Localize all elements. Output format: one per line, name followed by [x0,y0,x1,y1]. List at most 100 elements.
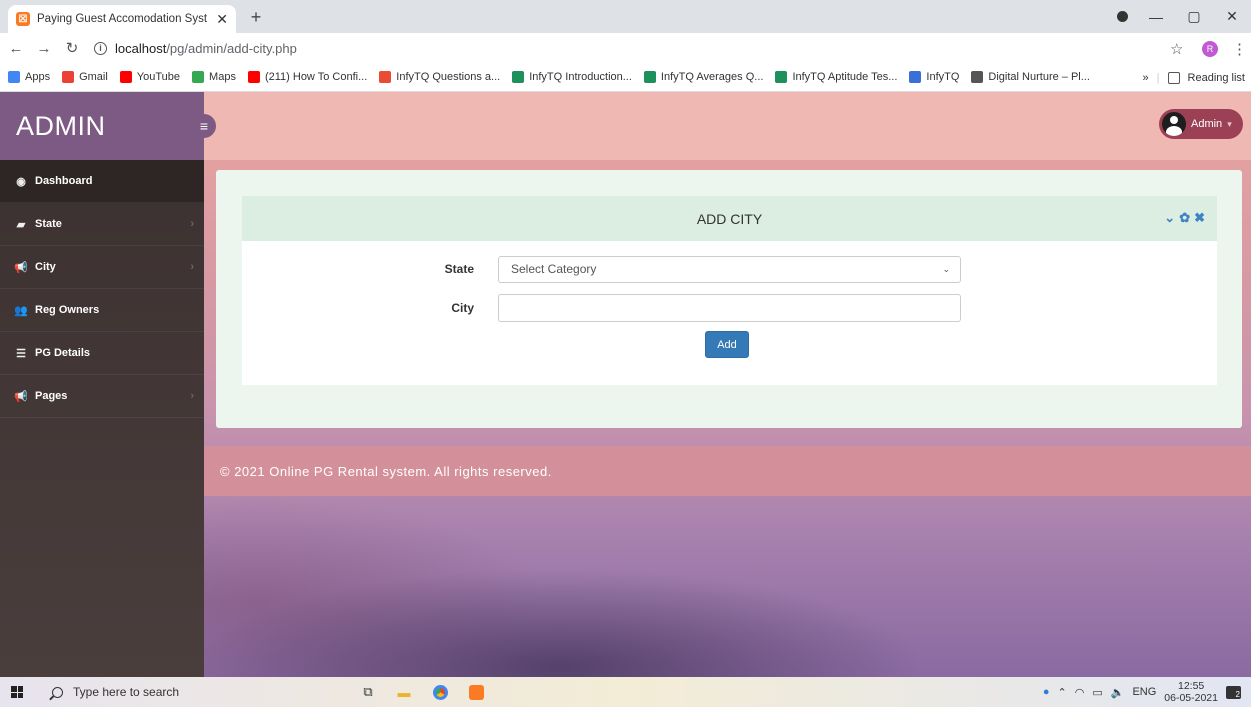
caret-down-icon: ▾ [1227,118,1232,129]
megaphone-icon: 📢 [14,261,28,274]
chevron-up-icon[interactable]: ⌃ [1058,686,1067,699]
bookmark-label: InfyTQ [926,71,960,83]
reading-list-button[interactable]: Reading list [1188,72,1245,84]
taskbar-search-placeholder: Type here to search [73,685,180,699]
brand-title: ADMIN [16,110,106,141]
dashboard-icon: ◉ [16,175,26,188]
bookmark-item[interactable]: (211) How To Confi... [247,71,368,83]
bookmark-item[interactable]: InfyTQ Aptitude Tes... [775,71,897,83]
back-button[interactable]: ← [4,40,28,57]
state-icon: ▰ [16,218,26,231]
state-select[interactable]: Select Category ⌄ [498,255,961,283]
bookmark-item[interactable]: InfyTQ Averages Q... [643,71,764,83]
start-button[interactable] [0,686,34,698]
forward-button[interactable]: → [32,40,56,57]
bookmark-item[interactable]: Maps [192,71,236,83]
user-avatar-icon [1162,112,1186,136]
footer-copyright: © 2021 Online PG Rental system. All righ… [220,463,552,479]
city-input[interactable] [498,294,961,322]
sidebar-item-pages[interactable]: 📢 Pages › [0,375,204,418]
bookmark-item[interactable]: InfyTQ Questions a... [379,71,500,83]
state-select-value: Select Category [511,262,597,276]
minimize-button[interactable]: — [1137,9,1175,25]
sidebar-item-city[interactable]: 📢 City › [0,246,204,289]
sidebar-item-label: Reg Owners [35,304,100,316]
bookmark-item[interactable]: Gmail [62,71,108,83]
url-path: /pg/admin/add-city.php [166,40,297,56]
browser-tab-active[interactable]: ☒ Paying Guest Accomodation Syst ✕ [8,5,236,33]
windows-logo-icon [11,686,23,698]
reload-button[interactable]: ↻ [60,39,84,57]
taskbar-search[interactable]: Type here to search [34,677,230,707]
add-button[interactable]: Add [705,331,749,358]
bookmark-item[interactable]: YouTube [119,71,181,83]
browser-menu-icon[interactable]: ⋮ [1232,40,1247,58]
bookmark-item[interactable]: Digital Nurture – Pl... [971,71,1090,83]
bookmark-label: Digital Nurture – Pl... [988,71,1090,83]
bookmark-favicon-icon [62,71,75,83]
bookmark-label: YouTube [136,71,181,83]
bookmark-label: (211) How To Confi... [264,71,368,83]
settings-gear-icon[interactable]: ✿ [1179,210,1190,226]
top-header: Admin ▾ [204,92,1251,160]
sidebar-item-reg-owners[interactable]: 👥 Reg Owners [0,289,204,332]
notification-center-icon[interactable]: 2 [1226,685,1241,699]
volume-icon[interactable]: 🔈 [1111,686,1125,699]
wifi-icon[interactable]: ◠ [1075,686,1085,699]
search-icon [52,686,63,698]
sidebar-item-state[interactable]: ▰ State › [0,203,204,246]
bookmark-favicon-icon [971,71,984,83]
xampp-favicon-icon: ☒ [16,12,30,26]
sidebar: ADMIN ◉ Dashboard ▰ State › 📢 City › 👥 Reg Owners… [0,92,204,677]
sidebar-item-pg-details[interactable]: ☰ PG Details [0,332,204,375]
close-panel-icon[interactable]: ✖ [1194,210,1205,226]
sidebar-item-label: PG Details [35,347,91,359]
page-viewport: ADMIN ◉ Dashboard ▰ State › 📢 City › 👥 Reg Owners… [0,92,1251,677]
bookmark-label: InfyTQ Questions a... [396,71,501,83]
close-window-button[interactable]: ✕ [1213,8,1251,25]
bookmark-favicon-icon [379,71,392,83]
help-icon[interactable]: ● [1043,686,1050,698]
maximize-button[interactable]: ▢ [1175,8,1213,25]
bookmark-label: InfyTQ Averages Q... [660,71,764,83]
panel-tools: ⌄ ✿ ✖ [1164,210,1205,226]
hamburger-menu-icon[interactable]: ≡ [192,114,216,138]
bookmark-label: Gmail [79,71,108,83]
collapse-chevron-icon[interactable]: ⌄ [1164,210,1175,226]
bookmark-favicon-icon [643,71,656,83]
task-view-icon[interactable]: ⧉ [360,684,376,700]
notification-count: 2 [1235,689,1240,699]
chrome-icon[interactable] [432,684,448,700]
bookmark-favicon-icon [8,71,20,83]
file-explorer-icon[interactable]: ▬ [396,684,412,700]
incognito-indicator-icon[interactable] [1117,11,1128,22]
state-label: State [444,262,474,276]
new-tab-button[interactable]: + [245,6,267,28]
sidebar-item-dashboard[interactable]: ◉ Dashboard [0,160,204,203]
bookmarks-right: » | Reading list [1142,71,1245,84]
admin-user-menu[interactable]: Admin ▾ [1159,109,1243,139]
windows-taskbar: Type here to search ⧉ ▬ ● ⌃ ◠ ▭ 🔈 ENG 12… [0,677,1251,707]
bookmark-item[interactable]: Apps [8,71,50,83]
bookmark-label: InfyTQ Aptitude Tes... [792,71,898,83]
battery-icon[interactable]: ▭ [1092,686,1102,699]
panel-header: ADD CITY ⌄ ✿ ✖ [242,196,1217,241]
sidebar-item-label: City [35,261,56,273]
bookmark-item[interactable]: InfyTQ Introduction... [512,71,632,83]
xampp-icon[interactable] [468,684,484,700]
sidebar-item-label: Pages [35,390,68,402]
bookmark-star-icon[interactable]: ☆ [1170,40,1183,58]
chevron-right-icon: › [190,261,194,273]
site-info-icon[interactable]: i [94,41,107,55]
bookmark-item[interactable]: InfyTQ [909,71,959,83]
admin-user-label: Admin [1191,118,1223,130]
tab-close-icon[interactable]: ✕ [216,11,228,28]
add-city-panel: ADD CITY ⌄ ✿ ✖ State Select Category ⌄ C… [242,196,1217,385]
profile-avatar[interactable]: R [1202,41,1218,57]
users-icon: 👥 [14,304,28,317]
city-label: City [451,301,474,315]
language-indicator[interactable]: ENG [1132,686,1156,698]
clock[interactable]: 12:55 06-05-2021 [1164,680,1218,704]
more-bookmarks-button[interactable]: » [1143,72,1149,84]
address-bar[interactable]: i localhost/pg/admin/add-city.php [94,36,1144,60]
